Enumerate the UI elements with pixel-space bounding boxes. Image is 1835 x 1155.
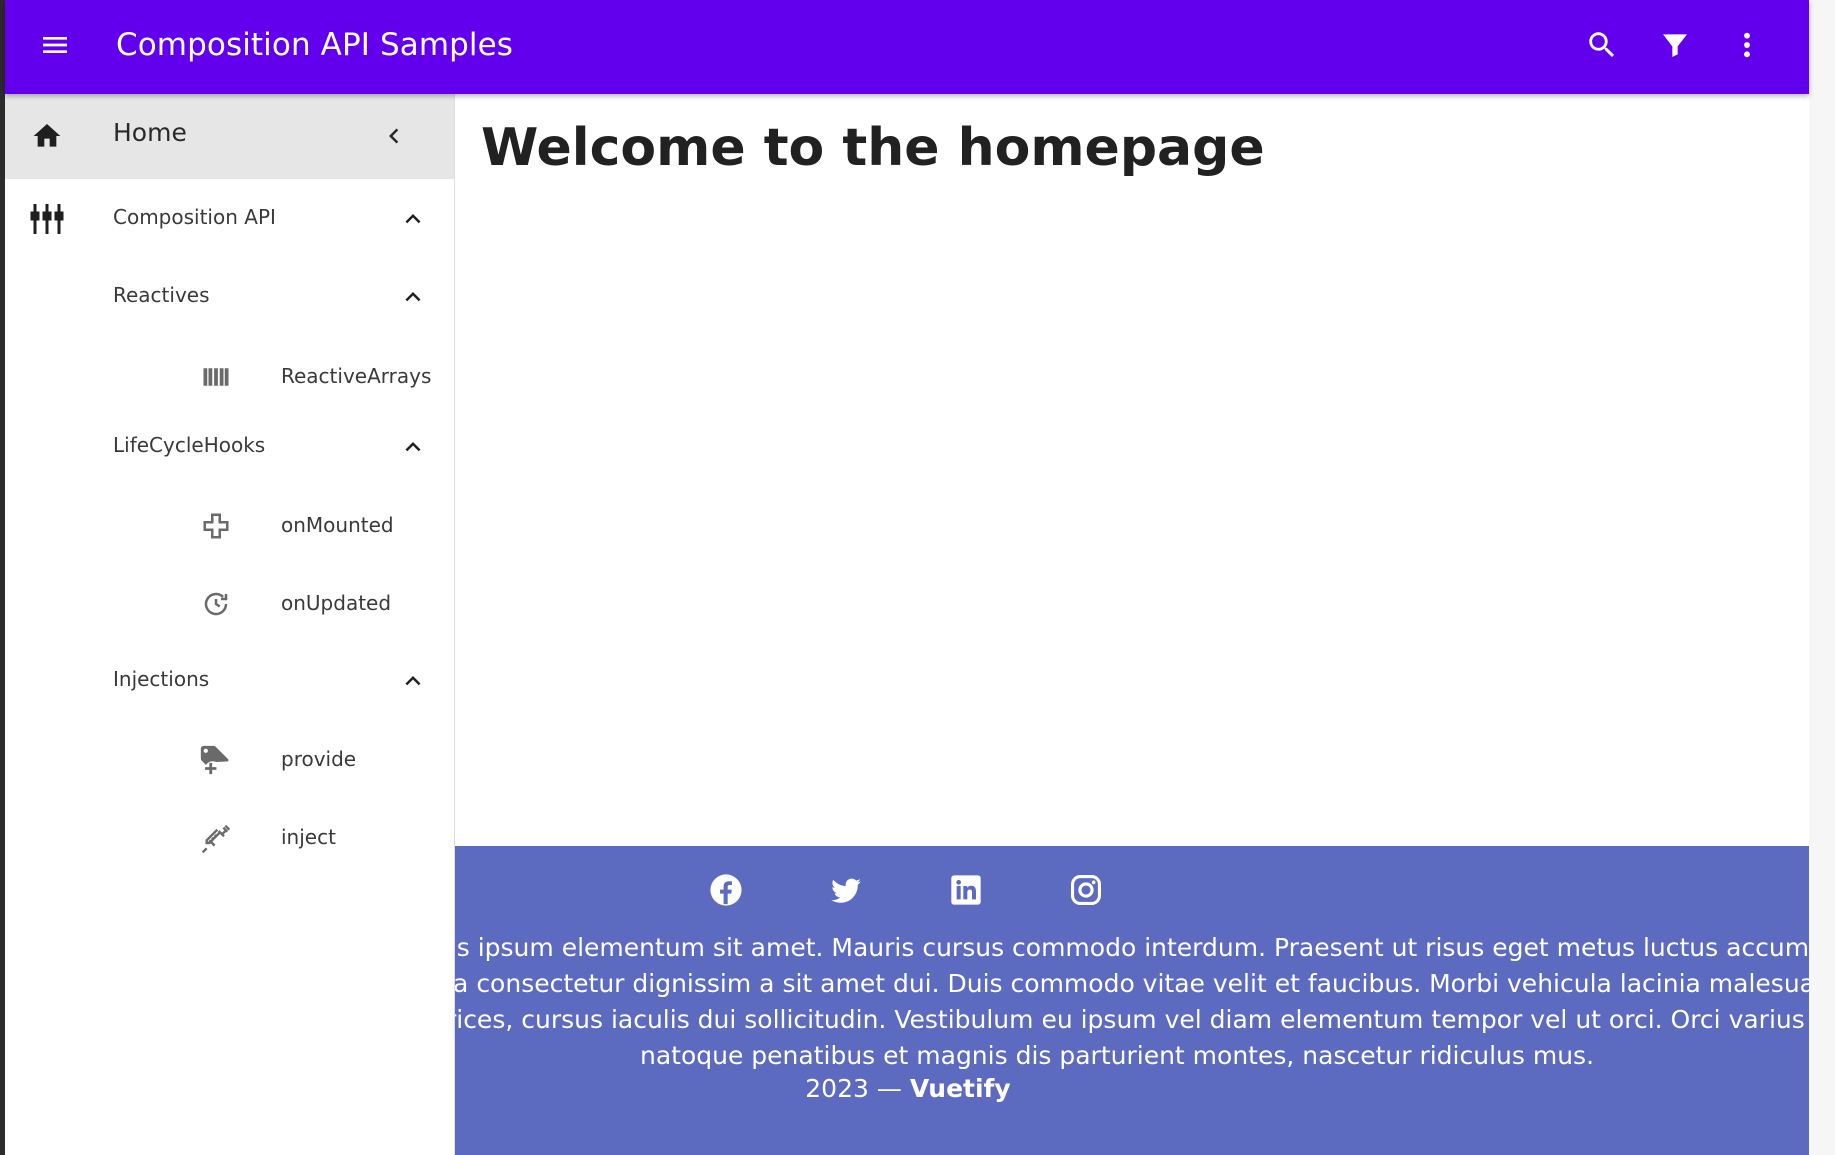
- drawer-subgroup-label: Injections: [113, 667, 210, 691]
- drawer-item-provide[interactable]: provide: [5, 728, 454, 792]
- instagram-icon: [1070, 874, 1102, 906]
- search-button[interactable]: [1578, 21, 1626, 69]
- footer-lorem-text: ulis ipsum elementum sit amet. Mauris cu…: [455, 930, 1809, 1074]
- filter-button[interactable]: [1651, 21, 1699, 69]
- facebook-icon: [710, 874, 742, 906]
- chevron-up-icon[interactable]: [398, 432, 428, 462]
- twitter-button[interactable]: [826, 870, 866, 910]
- drawer-item-home[interactable]: Home: [5, 94, 454, 179]
- drawer-group-label: Composition API: [113, 205, 276, 229]
- plus-outline-icon: [203, 513, 229, 539]
- drawer-item-label: inject: [281, 825, 336, 849]
- facebook-button[interactable]: [706, 870, 746, 910]
- linkedin-icon: [951, 875, 981, 905]
- drawer-subgroup-reactives[interactable]: Reactives: [5, 266, 454, 330]
- copyright-brand: Vuetify: [909, 1074, 1011, 1103]
- scrollbar-track[interactable]: [1809, 0, 1835, 1155]
- app-bar: Composition API Samples: [5, 0, 1809, 94]
- search-icon: [1589, 32, 1615, 58]
- more-options-button[interactable]: [1723, 21, 1771, 69]
- drawer-item-inject[interactable]: inject: [5, 806, 454, 870]
- app-title: Composition API Samples: [116, 27, 514, 63]
- drawer-item-label: ReactiveArrays: [281, 364, 432, 388]
- instagram-button[interactable]: [1066, 870, 1106, 910]
- menu-icon: [43, 37, 67, 53]
- filter-icon: [1663, 34, 1687, 57]
- copyright: 2023 — Vuetify: [455, 1074, 1361, 1103]
- copyright-year: 2023 —: [805, 1074, 902, 1103]
- menu-button[interactable]: [31, 21, 79, 69]
- more-vert-icon: [1744, 32, 1750, 58]
- tag-plus-icon: [200, 745, 229, 775]
- tune-icon: [30, 204, 64, 234]
- chevron-up-icon[interactable]: [398, 666, 428, 696]
- footer-text-line: ulis ipsum elementum sit amet. Mauris cu…: [455, 933, 1809, 962]
- chevron-left-icon[interactable]: [379, 121, 409, 151]
- drawer-home-label: Home: [113, 118, 187, 147]
- chevron-up-icon[interactable]: [398, 282, 428, 312]
- drawer-item-reactivearrays[interactable]: ReactiveArrays: [5, 344, 454, 408]
- footer: ulis ipsum elementum sit amet. Mauris cu…: [455, 846, 1809, 1155]
- footer-text-line: ltrices, cursus iaculis dui sollicitudin…: [455, 1005, 1805, 1034]
- footer-text-line: ssa consectetur dignissim a sit amet dui…: [455, 969, 1809, 998]
- navigation-drawer: Home Composition API Reactives ReactiveA…: [5, 94, 455, 1155]
- linkedin-button[interactable]: [946, 870, 986, 910]
- drawer-subgroup-injections[interactable]: Injections: [5, 650, 454, 714]
- home-icon: [33, 124, 61, 147]
- page-title: Welcome to the homepage: [481, 118, 1265, 178]
- drawer-subgroup-lifecyclehooks[interactable]: LifeCycleHooks: [5, 416, 454, 480]
- chevron-up-icon[interactable]: [398, 204, 428, 234]
- twitter-icon: [831, 878, 861, 903]
- view-array-icon: [203, 368, 229, 386]
- drawer-subgroup-label: Reactives: [113, 283, 210, 307]
- update-icon: [204, 592, 228, 616]
- drawer-item-label: onUpdated: [281, 591, 392, 615]
- drawer-item-onmounted[interactable]: onMounted: [5, 494, 454, 558]
- drawer-item-label: provide: [281, 747, 357, 771]
- drawer-item-onupdated[interactable]: onUpdated: [5, 572, 454, 636]
- footer-text-line: natoque penatibus et magnis dis parturie…: [639, 1041, 1595, 1070]
- drawer-group-composition-api[interactable]: Composition API: [5, 187, 454, 251]
- drawer-item-label: onMounted: [281, 513, 394, 537]
- drawer-subgroup-label: LifeCycleHooks: [113, 433, 266, 457]
- needle-icon: [201, 824, 231, 854]
